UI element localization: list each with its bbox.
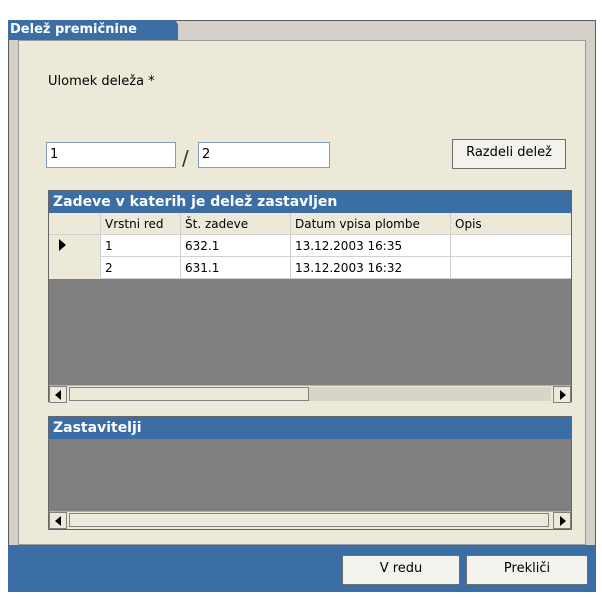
row-selector[interactable]: [49, 257, 101, 279]
scroll-thumb[interactable]: [69, 513, 549, 527]
split-share-button[interactable]: Razdeli delež: [452, 139, 566, 169]
cell-datum: 13.12.2003 16:35: [291, 235, 451, 257]
window-title: Delež premičnine: [10, 22, 137, 37]
table-header-row: Vrstni red Št. zadeve Datum vpisa plombe…: [49, 213, 571, 235]
fraction-slash: /: [182, 146, 189, 170]
table-row[interactable]: 1 632.1 13.12.2003 16:35: [49, 235, 571, 257]
scroll-thumb[interactable]: [69, 387, 309, 401]
arrow-left-icon: [55, 390, 61, 400]
title-bar[interactable]: Delež premičnine: [8, 20, 178, 40]
row-header-spacer: [49, 213, 101, 235]
pledgers-group: Zastavitelji: [48, 416, 572, 530]
arrow-right-icon: [560, 516, 566, 526]
pledgers-list-area: [49, 439, 571, 511]
pledgers-horizontal-scrollbar[interactable]: [49, 511, 571, 529]
scroll-right-button[interactable]: [553, 512, 571, 529]
scroll-left-button[interactable]: [49, 386, 67, 403]
cases-horizontal-scrollbar[interactable]: [49, 385, 571, 403]
col-opis[interactable]: Opis: [451, 213, 571, 235]
pledgers-group-title: Zastavitelji: [49, 417, 571, 439]
scroll-right-button[interactable]: [553, 386, 571, 403]
row-selector[interactable]: [49, 235, 101, 257]
col-vrstni-red[interactable]: Vrstni red: [101, 213, 181, 235]
col-st-zadeve[interactable]: Št. zadeve: [181, 213, 291, 235]
current-row-arrow-icon: [59, 239, 66, 251]
table-empty-area: [49, 279, 571, 385]
cell-datum: 13.12.2003 16:32: [291, 257, 451, 279]
fraction-label: Ulomek deleža *: [48, 74, 155, 89]
cases-table: Vrstni red Št. zadeve Datum vpisa plombe…: [49, 213, 571, 385]
cases-group-title: Zadeve v katerih je delež zastavljen: [49, 191, 571, 213]
scroll-track[interactable]: [309, 387, 551, 401]
cell-opis: [451, 257, 571, 279]
cell-opis: [451, 235, 571, 257]
cases-group: Zadeve v katerih je delež zastavljen Vrs…: [48, 190, 572, 403]
denominator-value: 2: [202, 147, 211, 162]
ok-button[interactable]: V redu: [342, 555, 460, 585]
scroll-left-button[interactable]: [49, 512, 67, 529]
numerator-value: 1: [50, 147, 59, 162]
cancel-button[interactable]: Prekliči: [466, 555, 588, 585]
numerator-input[interactable]: 1: [46, 142, 176, 168]
col-datum-vpisa-plombe[interactable]: Datum vpisa plombe: [291, 213, 451, 235]
cell-st-zadeve: 631.1: [181, 257, 291, 279]
arrow-left-icon: [55, 516, 61, 526]
cell-vrstni-red: 1: [101, 235, 181, 257]
cell-vrstni-red: 2: [101, 257, 181, 279]
denominator-input[interactable]: 2: [198, 142, 330, 168]
cell-st-zadeve: 632.1: [181, 235, 291, 257]
arrow-right-icon: [560, 390, 566, 400]
table-row[interactable]: 2 631.1 13.12.2003 16:32: [49, 257, 571, 279]
